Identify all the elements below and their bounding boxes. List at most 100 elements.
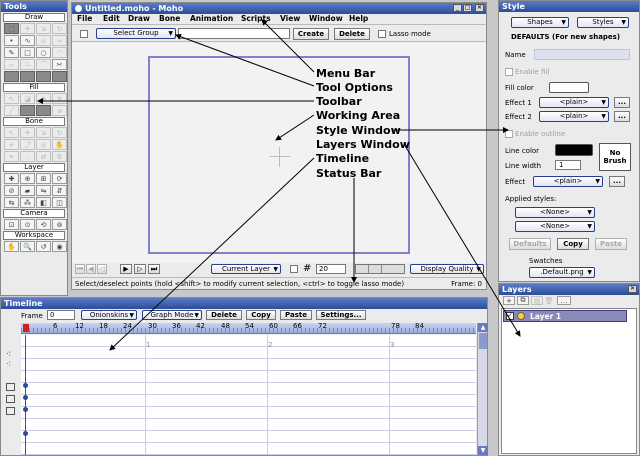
scale-layer-tool[interactable]: ⊞ [36, 173, 51, 184]
play-button[interactable]: ▶ [120, 264, 132, 274]
bind-layer-tool[interactable]: ⚭ [4, 151, 19, 162]
play-back-button[interactable]: ◁ [97, 264, 107, 274]
bend-tool[interactable]: ⌒ [36, 59, 51, 70]
working-area[interactable] [72, 43, 486, 263]
rotate-layer-xy-tool[interactable]: ⊘ [4, 185, 19, 196]
defaults-button[interactable]: Defaults [509, 238, 551, 250]
rotate-bone-tool[interactable]: ↻ [52, 127, 67, 138]
line-width-field[interactable]: 1 [555, 160, 581, 170]
zoom-camera-tool[interactable]: ⊙ [20, 219, 35, 230]
arc-tool[interactable]: ◠ [52, 47, 67, 58]
timeline-delete-button[interactable]: Delete [206, 310, 242, 320]
keyframe-dot[interactable] [23, 407, 28, 412]
layer-visibility-icon[interactable]: ✓ [506, 312, 514, 320]
maximize-button[interactable]: □ [463, 4, 472, 12]
style-copy-button[interactable]: Copy [557, 238, 589, 250]
pan-workspace-tool[interactable]: ✋ [4, 241, 19, 252]
graph-mode-dropdown[interactable]: Graph Mode ▼ [142, 310, 202, 320]
scroll-up-icon[interactable]: ▲ [478, 323, 488, 332]
set-origin-tool[interactable]: ✚ [4, 173, 19, 184]
line-width-tool[interactable]: ╱ [4, 105, 19, 116]
select-shape-tool[interactable]: ↖ [4, 93, 19, 104]
scale-points-tool[interactable]: ⇲ [36, 23, 51, 34]
keyframe-dot[interactable] [23, 431, 28, 436]
delete-shape-tool[interactable]: ✕ [52, 93, 67, 104]
new-layer-icon[interactable]: + [503, 296, 515, 305]
view-mode-buttons[interactable] [355, 264, 405, 274]
flip-layer-v-tool[interactable]: ⇵ [52, 185, 67, 196]
effect1-dropdown[interactable]: <plain> ▼ [539, 97, 609, 108]
effect2-more-button[interactable]: ... [614, 111, 630, 122]
keyframe-dot[interactable] [23, 383, 28, 388]
timeline-copy-button[interactable]: Copy [246, 310, 276, 320]
curvature-tool[interactable]: ∿ [20, 35, 35, 46]
layer-trans-tool[interactable]: ◧ [36, 197, 51, 208]
current-layer-dropdown[interactable]: Current Layer ▼ [211, 264, 281, 274]
timeline-channels[interactable]: 1 2 3 [21, 335, 476, 455]
translate-bone-tool[interactable]: ✛ [20, 127, 35, 138]
close-button[interactable]: ✕ [475, 4, 484, 12]
create-button[interactable]: Create [293, 28, 329, 40]
shear-layer-tool[interactable]: ▰ [20, 185, 35, 196]
frame-ruler[interactable]: 6 12 18 24 30 36 42 48 54 60 66 72 78 84 [21, 323, 476, 334]
no-brush-button[interactable]: No Brush [599, 143, 631, 171]
tool-options-checkbox[interactable] [80, 30, 88, 38]
menu-window[interactable]: Window [309, 14, 343, 24]
rectangle-tool[interactable]: □ [20, 47, 35, 58]
layer-row-1[interactable]: ✓ Layer 1 [503, 310, 627, 322]
scroll-thumb[interactable] [479, 333, 487, 349]
layers-close-button[interactable]: ✕ [628, 285, 637, 293]
minimize-button[interactable]: _ [453, 4, 462, 12]
scatter-tool[interactable] [20, 71, 35, 82]
menu-draw[interactable]: Draw [128, 14, 150, 24]
eraser-tool[interactable] [52, 71, 67, 82]
menu-view[interactable]: View [280, 14, 300, 24]
translate-points-tool[interactable]: ✛ [20, 23, 35, 34]
bone-strength-tool[interactable]: ◎ [36, 139, 51, 150]
pan-tilt-camera-tool[interactable]: ⊚ [52, 219, 67, 230]
switch-layer-tool[interactable]: ⇆ [4, 197, 19, 208]
bone-physics-tool[interactable]: ⚙ [52, 151, 67, 162]
effect1-more-button[interactable]: ... [614, 97, 630, 108]
rotate-workspace-tool[interactable]: ↺ [36, 241, 51, 252]
roll-camera-tool[interactable]: ⟲ [36, 219, 51, 230]
duplicate-layer-icon[interactable]: ⧉ [517, 296, 529, 305]
step-back-button[interactable]: ◀ [86, 264, 96, 274]
select-points-tool[interactable]: ⬚ [4, 23, 19, 34]
rewind-button[interactable]: ⏮ [75, 264, 85, 274]
add-point-tool[interactable]: • [4, 35, 19, 46]
reparent-bone-tool[interactable]: ⤴ [20, 139, 35, 150]
stroke-tool[interactable] [36, 105, 51, 116]
bind-points-tool[interactable]: ∴ [20, 151, 35, 162]
orbit-workspace-tool[interactable]: ◉ [52, 241, 67, 252]
rotate-layer-z-tool[interactable]: ⟳ [52, 173, 67, 184]
select-bone-tool[interactable]: ↖ [4, 127, 19, 138]
hide-edge-tool[interactable] [20, 105, 35, 116]
outline-effect-more-button[interactable]: ... [609, 176, 625, 187]
menu-scripts[interactable]: Scripts [241, 14, 271, 24]
step-forward-button[interactable]: ▷ [134, 264, 146, 274]
timeline-paste-button[interactable]: Paste [280, 310, 312, 320]
delete-button[interactable]: Delete [334, 28, 370, 40]
noise-tool[interactable]: ≈ [52, 35, 67, 46]
enable-outline-checkbox[interactable] [505, 130, 513, 138]
applied-style2-dropdown[interactable]: <None> ▼ [515, 221, 595, 232]
translate-layer-tool[interactable]: ⊕ [20, 173, 35, 184]
menu-animation[interactable]: Animation [190, 14, 233, 24]
menu-bone[interactable]: Bone [159, 14, 180, 24]
flip-layer-h-tool[interactable]: ⇋ [36, 185, 51, 196]
onionskins-dropdown[interactable]: Onionskins ▼ [81, 310, 137, 320]
offset-bone-tool[interactable]: ⇄ [36, 151, 51, 162]
magnet-tool[interactable]: ∪ [36, 35, 51, 46]
scale-bone-tool[interactable]: ⇲ [36, 127, 51, 138]
delete-edge-tool[interactable]: ✂ [52, 59, 67, 70]
display-quality-dropdown[interactable]: Display Quality ▼ [410, 264, 484, 274]
frame-field[interactable]: 0 [47, 310, 75, 320]
keyframe-dot[interactable] [23, 395, 28, 400]
timeline-settings-button[interactable]: Settings... [316, 310, 366, 320]
scroll-down-icon[interactable]: ▼ [478, 446, 488, 455]
track-camera-tool[interactable]: ⊡ [4, 219, 19, 230]
zoom-workspace-tool[interactable]: 🔍 [20, 241, 35, 252]
menu-edit[interactable]: Edit [103, 14, 120, 24]
add-bone-tool[interactable]: + [4, 139, 19, 150]
